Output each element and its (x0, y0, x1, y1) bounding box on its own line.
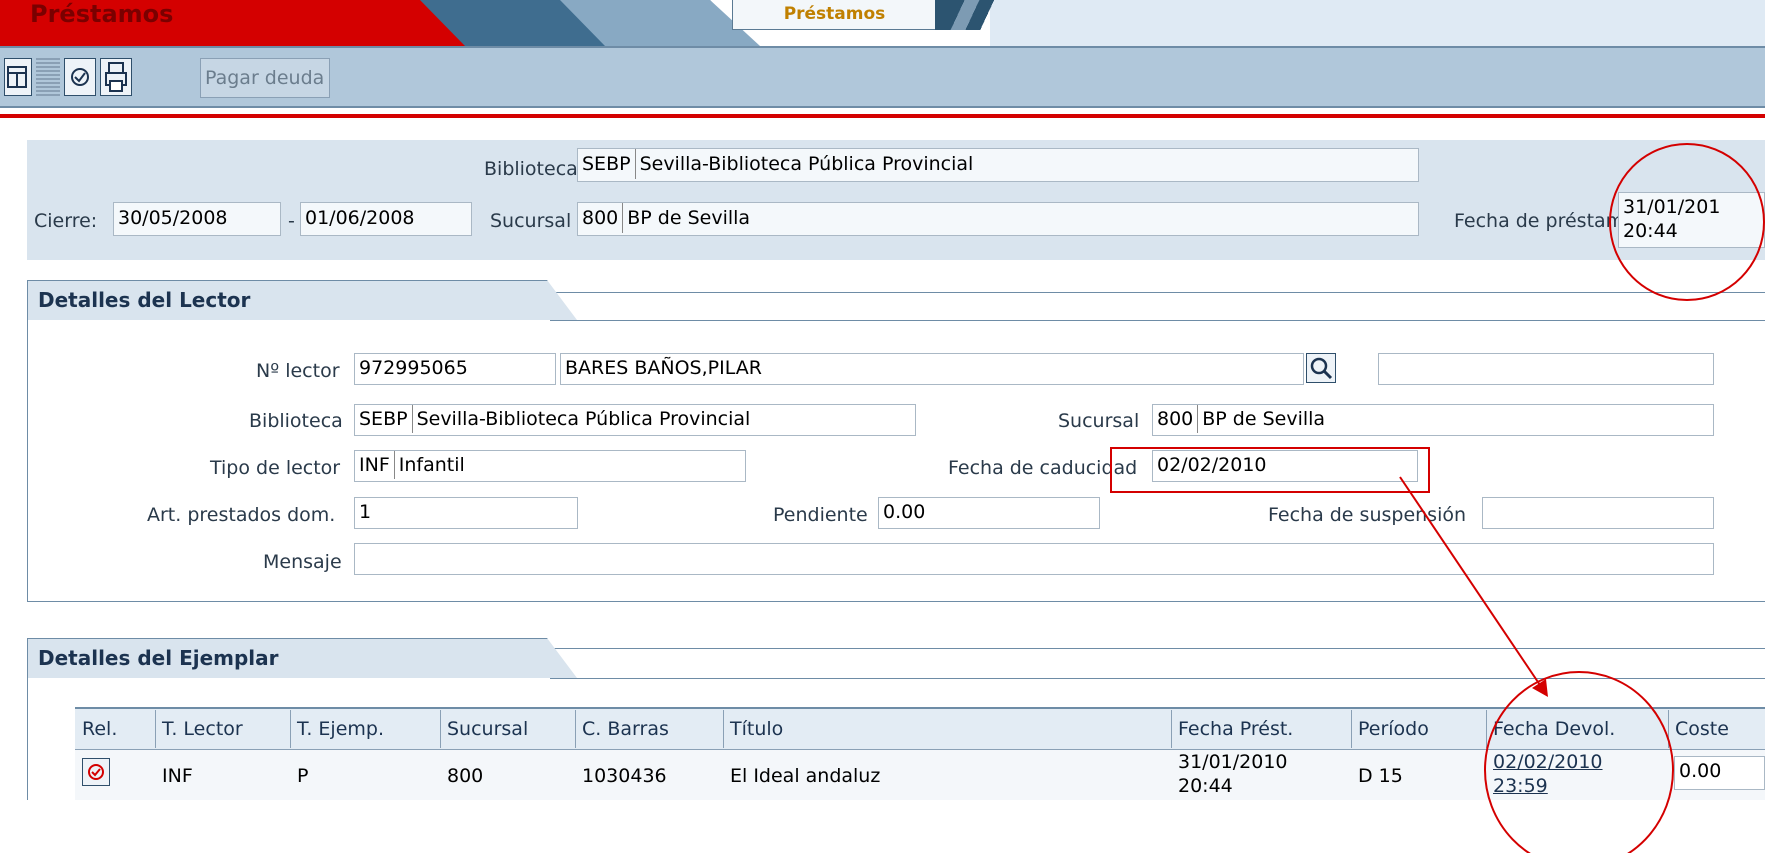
annotation-arrow (1399, 476, 1543, 689)
annotation-box-caducidad (1110, 447, 1430, 493)
annotation-circle-fecha-devol (1484, 671, 1674, 853)
annotation-overlay (1110, 143, 1765, 853)
annotation-circle-fecha-prestamo (1609, 143, 1765, 301)
